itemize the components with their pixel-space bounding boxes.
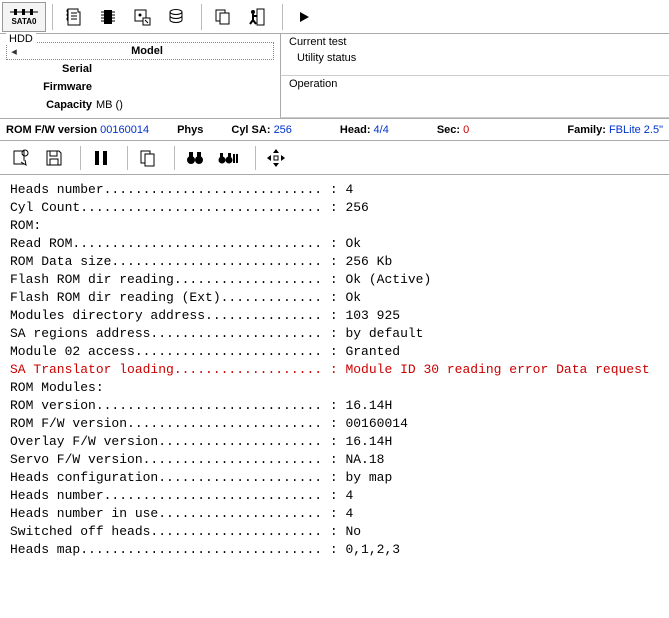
copy-button[interactable] — [208, 2, 238, 32]
cyl-sa-value: 256 — [274, 124, 292, 136]
database-button[interactable] — [161, 2, 191, 32]
chip-button[interactable] — [93, 2, 123, 32]
log-line: SA Translator loading...................… — [10, 361, 659, 379]
toolbar-sep — [52, 4, 53, 30]
pause-icon — [94, 150, 108, 166]
log-line: Heads configuration.....................… — [10, 469, 659, 487]
rom-fw-value: 00160014 — [100, 124, 149, 136]
log-line: SA regions address......................… — [10, 325, 659, 343]
copy-icon — [213, 7, 233, 27]
script-button[interactable] — [59, 2, 89, 32]
find-button[interactable] — [181, 144, 209, 172]
top-toolbar: SATA0 — [0, 0, 669, 34]
log-line: Flash ROM dir reading...................… — [10, 271, 659, 289]
current-test-label: Current test — [289, 36, 663, 48]
phys-label: Phys — [177, 124, 203, 136]
mid-row: HDD ◂ Model Serial Firmware CapacityMB (… — [0, 34, 669, 119]
log-line: Heads number in use.....................… — [10, 505, 659, 523]
family-value: FBLite 2.5" — [609, 124, 663, 136]
head-value: 4/4 — [374, 124, 389, 136]
chip-icon — [98, 7, 118, 27]
log-line: ROM Modules: — [10, 379, 659, 397]
hdd-group-label: HDD — [6, 33, 36, 45]
operation-label: Operation — [289, 78, 663, 90]
disk-tool-icon — [132, 7, 152, 27]
chevron-left-icon: ◂ — [7, 45, 21, 58]
log-line: ROM: — [10, 217, 659, 235]
log-line: Module 02 access........................… — [10, 343, 659, 361]
log-line: Flash ROM dir reading (Ext).............… — [10, 289, 659, 307]
disk-tool-button[interactable] — [127, 2, 157, 32]
toolbar-sep — [201, 4, 202, 30]
log-line: Heads number............................… — [10, 181, 659, 199]
toolbar-sep — [174, 146, 175, 170]
log-line: Servo F/W version.......................… — [10, 451, 659, 469]
port-badge[interactable]: SATA0 — [2, 2, 46, 32]
exit-button[interactable] — [242, 2, 272, 32]
log-line: Modules directory address...............… — [10, 307, 659, 325]
cyl-sa-label: Cyl SA: — [231, 124, 270, 136]
rom-fw-label: ROM F/W version — [6, 124, 97, 136]
new-doc-button[interactable] — [6, 144, 34, 172]
save-icon — [44, 148, 64, 168]
serial-label: Serial — [6, 63, 96, 75]
exit-icon — [247, 7, 267, 27]
play-icon — [297, 10, 311, 24]
log-line: Heads number............................… — [10, 487, 659, 505]
play-button[interactable] — [289, 2, 319, 32]
sec-value: 0 — [463, 124, 469, 136]
right-panels: Current test Utility status Operation — [280, 34, 669, 118]
binoculars-icon — [185, 149, 205, 167]
sec-label: Sec: — [437, 124, 460, 136]
log-line: Overlay F/W version.....................… — [10, 433, 659, 451]
database-icon — [166, 7, 186, 27]
port-label: SATA0 — [11, 17, 36, 26]
log-line: ROM Data size...........................… — [10, 253, 659, 271]
capacity-value: MB () — [96, 99, 274, 111]
toolbar-sep — [80, 146, 81, 170]
script-icon — [64, 7, 84, 27]
operation-panel: Operation — [280, 76, 669, 118]
log-line: Switched off heads......................… — [10, 523, 659, 541]
model-label: Model — [21, 45, 273, 57]
utility-status-label: Utility status — [289, 52, 663, 64]
family-label: Family: — [567, 124, 606, 136]
log-toolbar — [0, 141, 669, 175]
toolbar-sep — [127, 146, 128, 170]
find-next-button[interactable] — [215, 144, 243, 172]
head-label: Head: — [340, 124, 371, 136]
capacity-label: Capacity — [6, 99, 96, 111]
log-line: Cyl Count...............................… — [10, 199, 659, 217]
new-doc-icon — [10, 148, 30, 168]
log-line: Heads map...............................… — [10, 541, 659, 559]
copy-icon — [138, 148, 158, 168]
sata-connector-icon — [10, 7, 38, 17]
status-bar: ROM F/W version 00160014 Phys Cyl SA: 25… — [0, 119, 669, 141]
save-button[interactable] — [40, 144, 68, 172]
log-pane[interactable]: Heads number............................… — [0, 175, 669, 565]
current-test-panel: Current test Utility status — [280, 34, 669, 76]
firmware-label: Firmware — [6, 81, 96, 93]
pause-button[interactable] — [87, 144, 115, 172]
binoculars-next-icon — [217, 149, 241, 167]
hdd-panel: HDD ◂ Model Serial Firmware CapacityMB (… — [0, 34, 280, 118]
move-icon — [266, 148, 286, 168]
copy-log-button[interactable] — [134, 144, 162, 172]
move-button[interactable] — [262, 144, 290, 172]
model-dropdown[interactable]: ◂ Model — [6, 42, 274, 60]
log-line: Read ROM................................… — [10, 235, 659, 253]
toolbar-sep — [255, 146, 256, 170]
toolbar-sep — [282, 4, 283, 30]
log-line: ROM version.............................… — [10, 397, 659, 415]
log-line: ROM F/W version.........................… — [10, 415, 659, 433]
